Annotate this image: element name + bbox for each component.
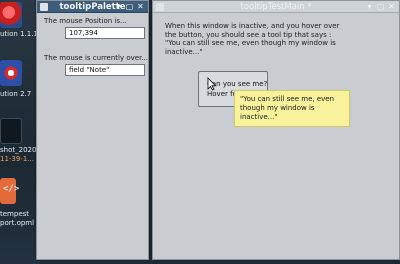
maximize-icon[interactable]: ▢ xyxy=(125,2,134,11)
app-icon-blue[interactable] xyxy=(0,60,22,86)
minimize-icon[interactable]: ▾ xyxy=(114,2,123,11)
palette-titlebar[interactable]: tooltipPalette ▾ ▢ ✕ xyxy=(37,1,148,13)
mouse-over-label: The mouse is currently over... xyxy=(44,54,148,62)
mouse-pointer-icon xyxy=(207,77,217,91)
instructions-text: When this window is inactive, and you ho… xyxy=(165,22,340,56)
tooltip-test-main-window: tooltipTestMain * ▾ ▢ ✕ When this window… xyxy=(152,0,400,260)
desktop-item-label: shot_2020 xyxy=(0,146,37,154)
minimize-icon[interactable]: ▾ xyxy=(365,2,374,11)
tooltip-palette-window: tooltipPalette ▾ ▢ ✕ The mouse Position … xyxy=(36,0,149,260)
desktop: ution 1.1.1 ution 2.7 shot_2020 11-39-1.… xyxy=(0,0,40,264)
desktop-item-label: 11-39-1... xyxy=(0,155,34,163)
desktop-item-label: port.opml xyxy=(0,219,35,227)
app-icon-red[interactable] xyxy=(0,2,22,28)
desktop-item-label: tempest xyxy=(0,210,30,218)
close-icon[interactable]: ✕ xyxy=(387,2,396,11)
button-label-secondary: Hover fo xyxy=(207,90,237,98)
main-titlebar[interactable]: tooltipTestMain * ▾ ▢ ✕ xyxy=(153,1,399,13)
mouse-over-field[interactable]: field "Note" xyxy=(65,64,145,76)
main-title: tooltipTestMain * xyxy=(240,2,312,12)
desktop-item-label: ution 1.1.1 xyxy=(0,30,38,38)
mouse-position-field[interactable]: 107,394 xyxy=(65,27,145,39)
code-file-icon[interactable]: </> xyxy=(0,178,19,204)
tooltip-popup: "You can still see me, even though my wi… xyxy=(234,90,350,127)
maximize-icon[interactable]: ▢ xyxy=(376,2,385,11)
close-icon[interactable]: ✕ xyxy=(136,2,145,11)
screenshot-file-icon[interactable] xyxy=(0,118,22,144)
mouse-position-label: The mouse Position is... xyxy=(44,17,127,25)
desktop-item-label: ution 2.7 xyxy=(0,90,32,98)
